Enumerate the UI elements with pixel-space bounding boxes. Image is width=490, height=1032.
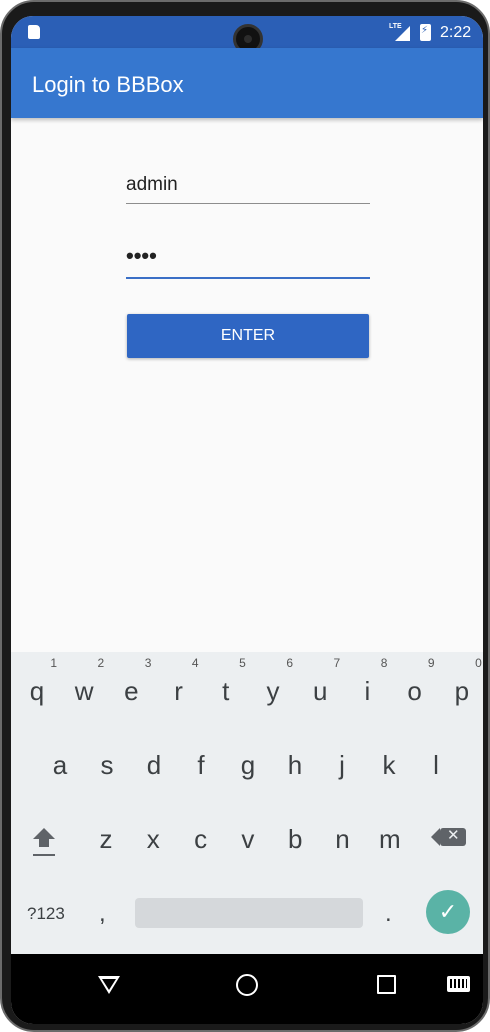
symbols-key[interactable]: ?123 [27,904,65,924]
username-field[interactable]: admin [126,168,370,204]
app-bar: Login to BBBox [11,48,483,118]
check-icon: ✓ [438,899,458,924]
recents-icon[interactable] [377,975,396,994]
key-hint: 1 [50,656,57,670]
password-value: •••• [126,243,157,268]
back-icon[interactable] [98,976,120,994]
key-hint: 6 [286,656,293,670]
key-c[interactable]: c [181,824,221,855]
key-y[interactable]: 6y [253,656,294,707]
soft-keyboard: 1q2w3e4r5t6y7u8i9o0p asdfghjkl zxcvbnm ✕… [11,652,483,954]
key-k[interactable]: k [369,750,409,781]
password-field[interactable]: •••• [126,243,370,279]
key-hint: 9 [427,656,435,670]
key-n[interactable]: n [323,824,363,855]
key-label: w [74,676,94,706]
status-time: 2:22 [440,24,472,41]
space-key[interactable] [135,898,363,928]
key-hint: 4 [191,656,199,670]
key-hint: 3 [144,656,152,670]
device-frame: LTE 2:22 Login to BBBox admin •••• ENTER… [0,0,490,1032]
key-l[interactable]: l [416,750,456,781]
shift-icon [33,828,55,839]
key-label: u [312,676,328,706]
key-hint: 5 [239,656,246,670]
key-u[interactable]: 7u [300,656,340,707]
enter-button[interactable]: ENTER [127,314,369,358]
key-label: t [222,676,230,706]
key-z[interactable]: z [86,824,126,855]
key-m[interactable]: m [370,824,410,855]
period-key[interactable]: . [385,900,392,928]
key-hint: 7 [333,656,341,670]
key-hint: 8 [380,656,388,670]
key-v[interactable]: v [228,824,268,855]
key-o[interactable]: 9o [395,656,434,707]
backspace-icon: ✕ [447,827,460,844]
key-i[interactable]: 8i [347,656,388,707]
navigation-bar [11,954,483,1024]
username-value: admin [126,174,178,195]
key-j[interactable]: j [322,750,362,781]
home-icon[interactable] [236,974,258,996]
key-p[interactable]: 0p [442,656,482,707]
key-label: o [407,676,422,706]
key-hint: 2 [97,656,105,670]
signal-icon [395,26,410,41]
key-r[interactable]: 4r [159,656,198,707]
key-b[interactable]: b [275,824,315,855]
key-f[interactable]: f [181,750,221,781]
key-t[interactable]: 5t [206,656,246,707]
key-w[interactable]: 2w [64,656,104,707]
status-bar: LTE 2:22 [11,16,483,54]
key-x[interactable]: x [133,824,173,855]
key-a[interactable]: a [40,750,80,781]
backspace-key[interactable]: ✕ [431,827,466,846]
done-key[interactable]: ✓ [426,890,470,934]
key-g[interactable]: g [228,750,268,781]
key-hint: 0 [475,656,482,670]
shift-icon-stem [39,839,49,847]
battery-charging-icon [420,24,431,41]
screen: LTE 2:22 Login to BBBox admin •••• ENTER… [11,16,483,1024]
password-underline [126,277,370,279]
shift-key[interactable] [29,828,59,864]
key-q[interactable]: 1q [17,656,57,707]
app-title: Login to BBBox [32,72,184,97]
key-label: r [174,676,183,706]
keyboard-switch-icon[interactable] [447,976,470,992]
key-e[interactable]: 3e [111,656,151,707]
key-label: e [124,676,139,706]
comma-key[interactable]: , [99,900,106,928]
username-underline [126,203,370,204]
key-label: p [454,676,470,706]
key-s[interactable]: s [87,750,127,781]
key-label: q [29,676,45,706]
sd-card-icon [28,25,40,39]
key-h[interactable]: h [275,750,315,781]
key-label: i [364,676,371,706]
key-label: y [266,676,280,706]
shift-icon-bar [33,854,55,856]
key-d[interactable]: d [134,750,174,781]
